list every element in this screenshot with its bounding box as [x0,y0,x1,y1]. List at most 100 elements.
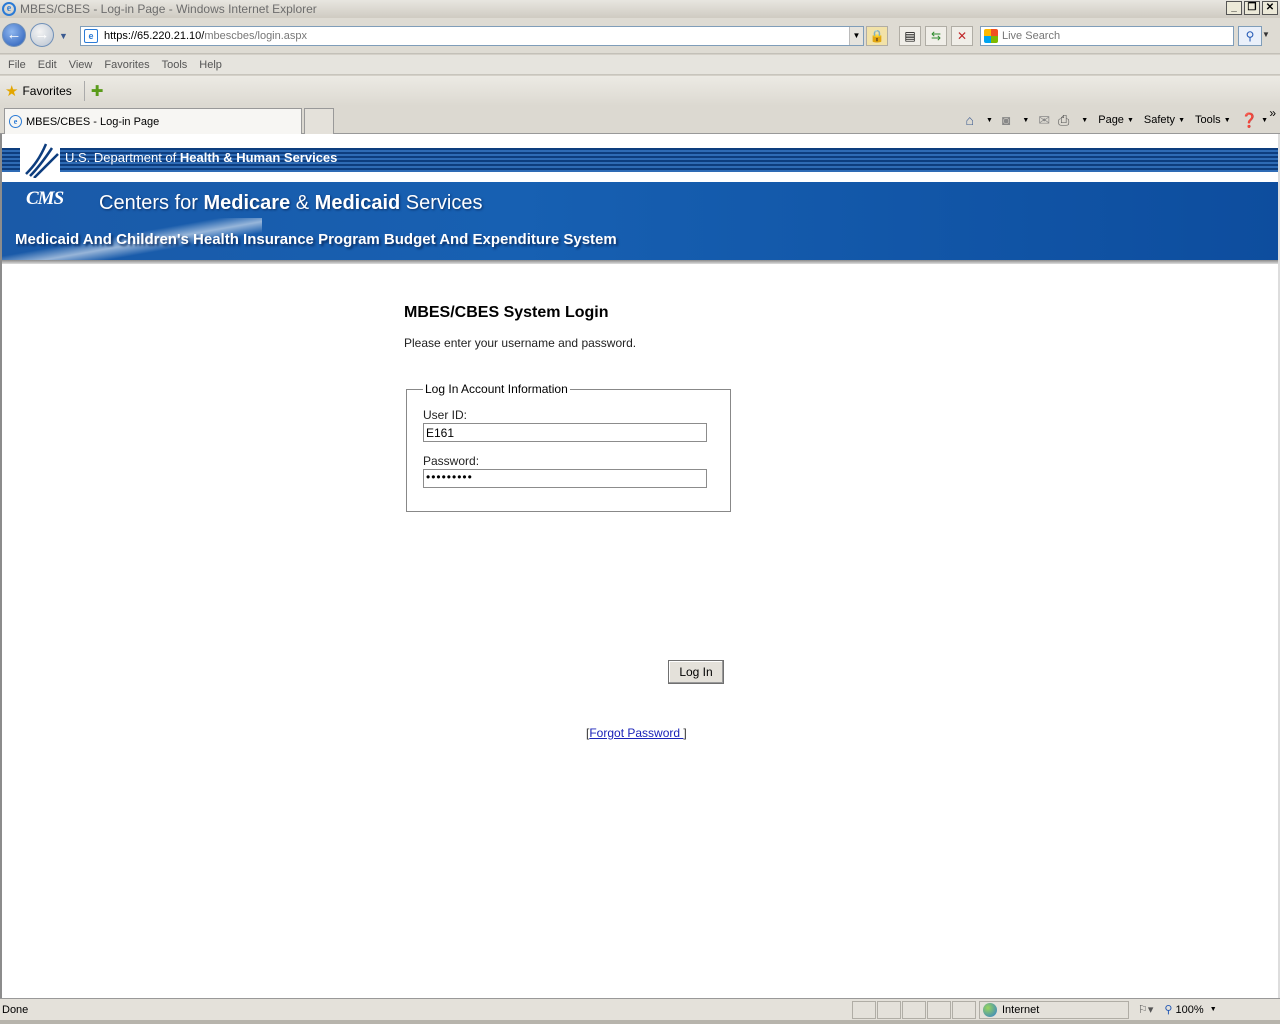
hhs-prefix: U.S. Department of [65,150,180,165]
help-menu[interactable]: ❓ ▼ [1237,112,1272,129]
minimize-button[interactable]: _ [1226,1,1242,15]
zone-label: Internet [1002,1003,1040,1016]
banner-shadow [2,260,1280,264]
safety-menu[interactable]: Safety ▼ [1140,114,1189,126]
safety-menu-label: Safety [1143,114,1176,126]
hhs-eagle-logo-icon [20,143,60,178]
recent-pages-dropdown-icon[interactable]: ▼ [59,31,68,41]
tab-label: MBES/CBES - Log-in Page [26,115,160,128]
menu-tools[interactable]: Tools [156,59,194,71]
stop-icon[interactable]: ✕ [951,26,973,46]
hhs-title: U.S. Department of Health & Human Servic… [65,150,337,165]
cms-banner: CMS Centers for Medicare & Medicaid Serv… [2,182,1280,260]
menu-edit[interactable]: Edit [32,59,63,71]
address-url[interactable]: https://65.220.21.10/mbescbes/login.aspx [104,30,307,42]
cms-title-amp: & [290,192,315,214]
tab-login-page[interactable]: e MBES/CBES - Log-in Page [4,108,302,134]
read-mail-icon[interactable]: ✉ [1035,112,1053,129]
window-bottom-border [0,1020,1280,1024]
hhs-name: Health & Human Services [179,150,338,165]
menu-favorites[interactable]: Favorites [98,59,155,71]
login-panel: MBES/CBES System Login Please enter your… [402,304,742,740]
menu-bar: File Edit View Favorites Tools Help [0,55,1280,75]
favorites-separator [83,81,85,101]
search-options-dropdown-icon[interactable]: ▼ [1262,30,1270,39]
hhs-banner: U.S. Department of Health & Human Servic… [2,134,1280,178]
forgot-password-row: [Forgot Password ] [586,726,687,740]
cms-logo: CMS [26,188,64,209]
userid-label: User ID: [423,408,468,422]
cms-title: Centers for Medicare & Medicaid Services [99,192,482,215]
address-row: ← → ▼ e https://65.220.21.10/mbescbes/lo… [0,18,1280,54]
page-content: U.S. Department of Health & Human Servic… [0,134,1280,998]
password-input[interactable]: ••••••••• [423,469,707,488]
refresh-icon[interactable]: ⇆ [925,26,947,46]
lock-icon[interactable]: 🔒 [866,26,888,46]
security-zone[interactable]: Internet [979,1000,1129,1019]
new-tab-button[interactable] [304,108,334,134]
menu-help[interactable]: Help [193,59,228,71]
address-dropdown-icon[interactable]: ▼ [849,27,863,45]
status-pane-3 [902,1000,926,1019]
cms-title-medicare: Medicare [203,192,291,214]
search-box[interactable] [980,26,1234,46]
add-to-favorites-icon[interactable]: ✚ [91,82,104,100]
maximize-button[interactable]: ❐ [1244,1,1260,15]
page-menu-label: Page [1098,114,1124,126]
search-icon[interactable]: ⚲ [1238,26,1262,46]
close-button[interactable]: ✕ [1262,1,1278,15]
url-host: https://65.220.21.10/ [104,30,205,42]
title-bar: e MBES/CBES - Log-in Page - Windows Inte… [0,0,1280,18]
tools-menu-label: Tools [1195,114,1221,126]
feeds-dropdown-icon[interactable]: ▼ [1022,117,1029,124]
forward-button[interactable]: → [30,23,54,47]
status-pane-2 [877,1000,901,1019]
tools-menu[interactable]: Tools ▼ [1191,114,1235,126]
back-button[interactable]: ← [2,23,26,47]
compatibility-icon[interactable]: ▤ [899,26,921,46]
protected-mode-icon[interactable]: ⚐▾ [1135,1003,1156,1016]
live-search-icon [984,29,998,43]
more-commands-chevron-icon[interactable]: » [1269,106,1276,120]
login-title: MBES/CBES System Login [404,304,609,321]
internet-globe-icon [983,1002,997,1017]
search-input[interactable] [1002,30,1222,42]
print-icon[interactable]: ⎙ [1055,112,1072,129]
zoom-dropdown-icon: ▼ [1209,1006,1217,1013]
account-info-fieldset: Log In Account Information User ID: Pass… [406,382,731,512]
status-pane-5 [952,1000,976,1019]
login-instructions: Please enter your username and password. [404,336,637,350]
print-dropdown-icon[interactable]: ▼ [1081,117,1088,124]
address-bar[interactable]: e https://65.220.21.10/mbescbes/login.as… [80,26,864,46]
safety-dropdown-icon: ▼ [1178,116,1185,124]
home-dropdown-icon[interactable]: ▼ [986,117,993,124]
zoom-control[interactable]: ⚲ 100% ▼ [1164,1003,1217,1017]
page-dropdown-icon: ▼ [1126,116,1134,124]
tab-page-icon: e [9,115,22,128]
browser-window: e MBES/CBES - Log-in Page - Windows Inte… [0,0,1280,1024]
favorites-star-icon[interactable]: ★ [5,82,18,100]
userid-input[interactable] [423,423,707,442]
login-button[interactable]: Log In [668,660,724,684]
window-title: MBES/CBES - Log-in Page - Windows Intern… [20,2,317,16]
favorites-button[interactable]: Favorites [22,84,71,98]
forgot-password-link[interactable]: Forgot Password [589,726,683,740]
zoom-icon: ⚲ [1164,1004,1173,1016]
page-icon: e [84,29,98,43]
password-label: Password: [423,454,480,468]
feeds-icon[interactable]: ◙ [999,112,1013,128]
help-dropdown-icon: ▼ [1261,116,1268,124]
menu-view[interactable]: View [63,59,99,71]
favorites-bar: ★ Favorites ✚ [0,76,1280,106]
command-bar: ⌂ ▼ ◙ ▼ ✉ ⎙ ▼ Page ▼ Safety ▼ Tools ▼ ❓ ▼ [963,110,1272,130]
status-pane-1 [852,1000,876,1019]
home-icon[interactable]: ⌂ [963,112,977,128]
page-menu[interactable]: Page ▼ [1094,114,1138,126]
cms-title-post: Services [400,192,483,214]
forgot-close-bracket: ] [683,726,687,740]
tab-row: e MBES/CBES - Log-in Page ⌂ ▼ ◙ ▼ ✉ ⎙ ▼ Pag… [0,106,1280,134]
menu-file[interactable]: File [2,59,32,71]
url-path: mbescbes/login.aspx [204,30,308,42]
tools-dropdown-icon: ▼ [1223,116,1231,124]
system-subtitle: Medicaid And Children's Health Insurance… [15,231,617,248]
